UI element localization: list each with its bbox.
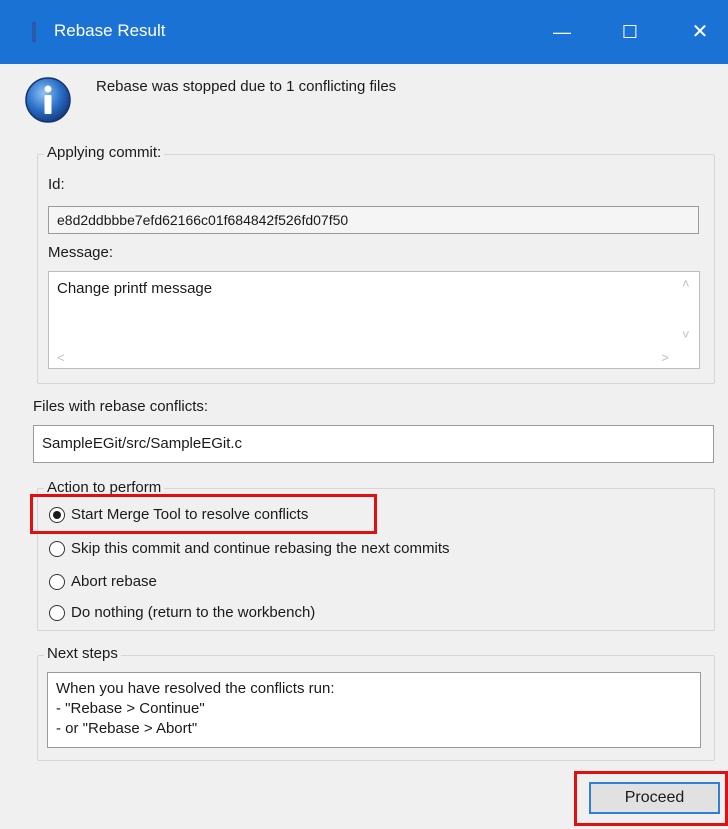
horizontal-scrollbar[interactable]: < > [49,346,677,368]
app-icon [32,22,36,42]
next-steps-label: Next steps [44,645,121,662]
close-button[interactable]: ✕ [680,14,720,50]
radio-icon[interactable] [49,604,65,621]
commit-id-field[interactable]: e8d2ddbbbe7efd62166c01f684842f526fd07f50 [48,206,699,234]
conflicts-label: Files with rebase conflicts: [33,398,209,415]
scroll-down-icon[interactable]: ˅ [682,327,690,342]
status-message: Rebase was stopped due to 1 conflicting … [96,78,397,95]
radio-skip-commit[interactable]: Skip this commit and continue rebasing t… [49,540,450,557]
message-label: Message: [48,244,114,261]
id-label: Id: [48,176,65,193]
radio-abort-rebase[interactable]: Abort rebase [49,573,157,590]
vertical-scrollbar[interactable]: ˄ ˅ [677,272,699,346]
commit-message-area[interactable]: Change printf message ˄ ˅ < > [48,271,700,369]
scroll-right-icon[interactable]: > [661,350,669,365]
scroll-up-icon[interactable]: ˄ [682,276,690,291]
minimize-button[interactable]: — [542,14,582,50]
applying-commit-label: Applying commit: [44,144,165,161]
radio-icon[interactable] [49,540,65,557]
info-icon [25,77,71,123]
title-bar: Rebase Result — ☐ ✕ [0,0,728,64]
next-step-line: When you have resolved the conflicts run… [56,680,335,697]
radio-label: Abort rebase [71,573,157,590]
next-step-line: - or "Rebase > Abort" [56,720,198,737]
commit-message-text: Change printf message [57,280,213,297]
merge-tool-highlight [30,494,377,534]
maximize-button[interactable]: ☐ [610,14,650,50]
scroll-left-icon[interactable]: < [57,350,65,365]
next-steps-text: When you have resolved the conflicts run… [47,672,701,748]
window-title: Rebase Result [54,21,166,40]
radio-icon[interactable] [49,573,65,590]
next-step-line: - "Rebase > Continue" [56,700,205,717]
conflict-files-field[interactable]: SampleEGit/src/SampleEGit.c [33,425,714,463]
radio-label: Do nothing (return to the workbench) [71,604,316,621]
radio-label: Skip this commit and continue rebasing t… [71,540,450,557]
proceed-button[interactable]: Proceed [589,782,720,814]
radio-do-nothing[interactable]: Do nothing (return to the workbench) [49,604,315,621]
